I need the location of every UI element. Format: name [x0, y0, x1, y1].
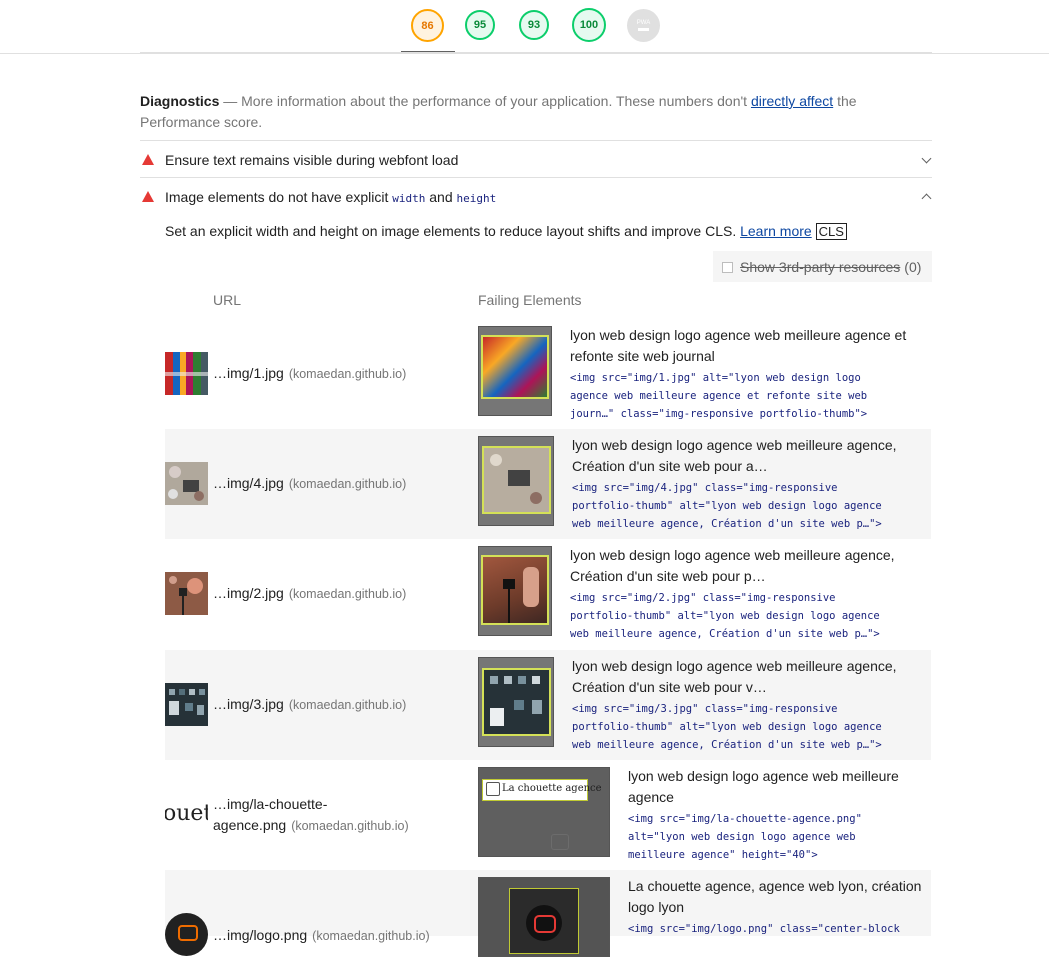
failing-element: La chouette agence, agence web lyon, cré…: [628, 876, 928, 938]
element-screenshot: [478, 657, 554, 747]
node-label: lyon web design logo agence web meilleur…: [572, 658, 897, 695]
learn-more-link[interactable]: Learn more: [740, 223, 812, 239]
thumbnail-image: ouet: [165, 793, 208, 836]
highlight-box: [482, 446, 551, 514]
third-party-label: Show 3rd-party resources (0): [740, 259, 922, 275]
diagnostics-intro: Diagnostics — More information about the…: [140, 91, 920, 133]
audit-title: Image elements do not have explicit widt…: [165, 189, 497, 205]
pwa-score-gauge[interactable]: PWA: [627, 9, 660, 42]
directly-affect-link[interactable]: directly affect: [751, 93, 833, 109]
thumbnail-image: [165, 352, 208, 395]
node-label: La chouette agence, agence web lyon, cré…: [628, 878, 922, 915]
divider: [140, 52, 932, 53]
table-row: …img/1.jpg (komaedan.github.io) lyon web …: [165, 319, 931, 429]
element-screenshot: [478, 326, 552, 416]
third-party-count: (0): [904, 259, 922, 275]
element-screenshot: [478, 877, 610, 957]
table-row: …img/2.jpg (komaedan.github.io) lyon web …: [165, 539, 931, 649]
node-label: lyon web design logo agence web meilleur…: [570, 547, 895, 584]
column-header-url: URL: [213, 292, 242, 308]
failing-element: lyon web design logo agence web meilleur…: [570, 545, 925, 643]
url-host: (komaedan.github.io): [288, 587, 407, 601]
best-practices-score-gauge[interactable]: 93: [519, 10, 549, 40]
performance-score-gauge[interactable]: 86: [411, 9, 444, 42]
cls-badge: CLS: [815, 223, 847, 240]
resource-url[interactable]: …img/logo.png (komaedan.github.io): [213, 925, 430, 947]
description-text: Set an explicit width and height on imag…: [165, 223, 741, 239]
node-snippet: <img src="img/la-chouette-agence.png" al…: [628, 813, 862, 861]
highlight-box: La chouette agence: [482, 779, 602, 801]
owl-icon: [551, 834, 569, 850]
diagnostics-text: — More information about the performance…: [219, 93, 751, 109]
logo-text: La chouette agence: [502, 783, 602, 794]
score-value: 95: [473, 19, 487, 31]
third-party-checkbox[interactable]: [722, 262, 733, 273]
highlight-box: [509, 888, 579, 954]
score-header: 86 95 93 100 PWA: [0, 0, 1049, 54]
score-value: 100: [579, 19, 599, 31]
element-screenshot: [478, 546, 552, 636]
node-snippet: <img src="img/logo.png" class="center-bl…: [628, 923, 900, 935]
audit-unsized-images[interactable]: Image elements do not have explicit widt…: [140, 177, 932, 215]
resource-url[interactable]: …img/la-chouette-agence.png (komaedan.git…: [213, 794, 409, 837]
node-label: lyon web design logo agence web meilleur…: [570, 327, 907, 364]
third-party-filter[interactable]: Show 3rd-party resources (0): [713, 251, 932, 282]
audit-description: Set an explicit width and height on imag…: [165, 223, 847, 240]
table-row: …img/logo.png (komaedan.github.io) La cho…: [165, 870, 931, 957]
resource-url[interactable]: …img/3.jpg (komaedan.github.io): [213, 694, 406, 716]
chevron-up-icon[interactable]: [921, 193, 932, 204]
failing-element: lyon web design logo agence web meilleur…: [628, 766, 928, 864]
thumbnail-image: [165, 572, 208, 615]
highlight-box: [481, 555, 549, 625]
node-snippet: <img src="img/1.jpg" alt="lyon web desig…: [570, 372, 868, 420]
audit-webfont-load[interactable]: Ensure text remains visible during webfo…: [140, 140, 932, 178]
fail-triangle-icon: [142, 154, 154, 165]
pwa-dash-icon: [638, 28, 649, 31]
resource-url[interactable]: …img/4.jpg (komaedan.github.io): [213, 473, 406, 495]
element-screenshot: [478, 436, 554, 526]
resource-url[interactable]: …img/1.jpg (komaedan.github.io): [213, 363, 406, 385]
thumbnail-image: [165, 462, 208, 505]
resource-url[interactable]: …img/2.jpg (komaedan.github.io): [213, 583, 406, 605]
element-screenshot: La chouette agence: [478, 767, 610, 857]
node-label: lyon web design logo agence web meilleur…: [572, 437, 897, 474]
url-host: (komaedan.github.io): [312, 929, 430, 943]
failing-element: lyon web design logo agence web meilleur…: [572, 656, 927, 754]
audit-title: Ensure text remains visible during webfo…: [165, 152, 459, 168]
url-host: (komaedan.github.io): [291, 819, 409, 833]
table-row: ouet …img/la-chouette-agence.png (komaeda…: [165, 760, 931, 870]
column-header-failing-elements: Failing Elements: [478, 292, 582, 308]
highlight-box: [482, 668, 551, 736]
url-host: (komaedan.github.io): [288, 477, 407, 491]
fail-triangle-icon: [142, 191, 154, 202]
node-snippet: <img src="img/2.jpg" class="img-responsi…: [570, 592, 880, 640]
pwa-label: PWA: [636, 20, 651, 26]
node-snippet: <img src="img/4.jpg" class="img-responsi…: [572, 482, 882, 530]
accessibility-score-gauge[interactable]: 95: [465, 10, 495, 40]
score-value: 86: [421, 19, 434, 32]
thumbnail-image: [165, 683, 208, 726]
node-snippet: <img src="img/3.jpg" class="img-responsi…: [572, 703, 882, 751]
owl-logo-thumbnail: [165, 913, 208, 956]
table-row: …img/4.jpg (komaedan.github.io) lyon web …: [165, 429, 931, 539]
failing-element: lyon web design logo agence web meilleur…: [570, 325, 925, 423]
score-value: 93: [527, 19, 541, 31]
owl-logo-icon: [486, 782, 500, 796]
url-host: (komaedan.github.io): [288, 698, 407, 712]
diagnostics-heading: Diagnostics: [140, 93, 220, 109]
chevron-down-icon[interactable]: [921, 153, 932, 164]
seo-score-gauge[interactable]: 100: [572, 8, 606, 42]
failing-element: lyon web design logo agence web meilleur…: [572, 435, 927, 533]
url-host: (komaedan.github.io): [288, 367, 407, 381]
thumbnail-text: ouet: [165, 801, 208, 826]
node-label: lyon web design logo agence web meilleur…: [628, 768, 899, 805]
table-row: …img/3.jpg (komaedan.github.io) lyon web …: [165, 650, 931, 760]
highlight-box: [481, 335, 549, 399]
